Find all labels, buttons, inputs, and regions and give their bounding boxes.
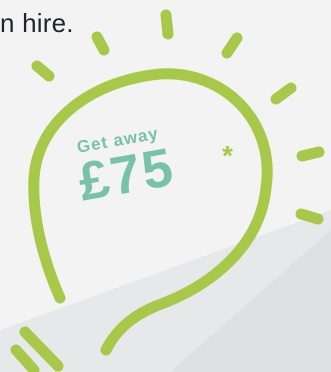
promo-amount: £75	[74, 136, 180, 213]
asterisk-mark: *	[222, 140, 233, 171]
promo-banner: n hire. Get away £75 *	[0, 0, 331, 372]
